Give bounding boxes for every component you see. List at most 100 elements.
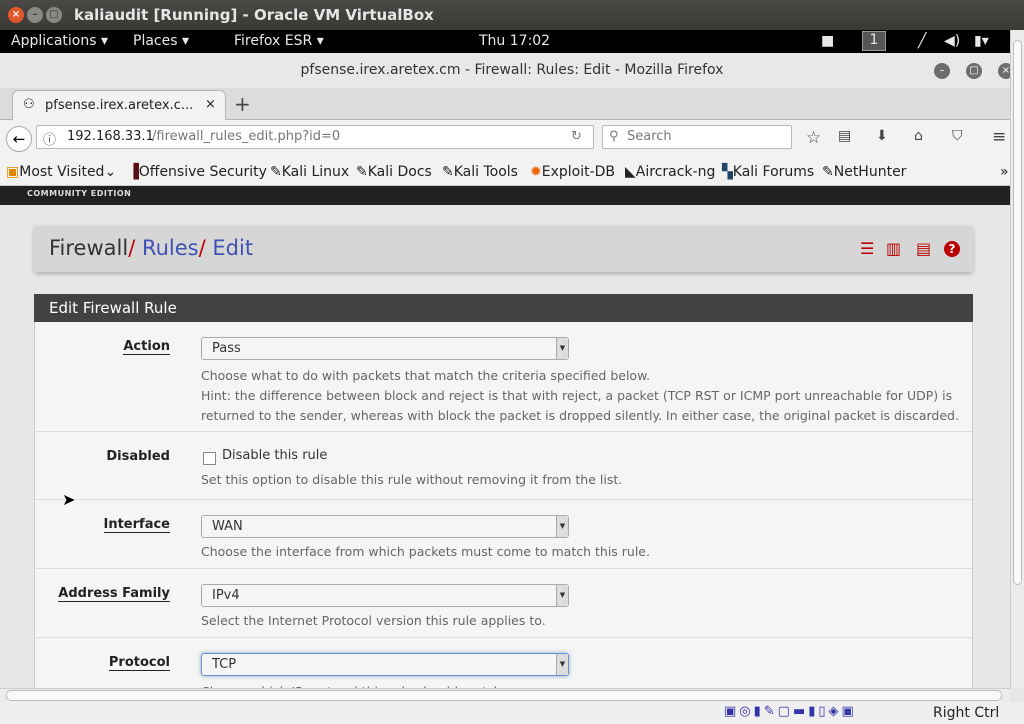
reading-list-icon[interactable]: ▤ xyxy=(838,128,851,144)
maximize-icon[interactable]: □ xyxy=(966,63,982,79)
protocol-label: Protocol xyxy=(108,655,170,671)
url-path: /firewall_rules_edit.php?id=0 xyxy=(152,129,341,144)
minimize-icon[interactable]: – xyxy=(27,7,43,23)
search-input[interactable]: ⚲ Search xyxy=(602,125,792,149)
camera-icon[interactable]: ■ xyxy=(821,33,834,49)
minimize-icon[interactable]: – xyxy=(934,63,950,79)
disabled-label: Disabled xyxy=(106,449,170,464)
address-family-help: Select the Internet Protocol version thi… xyxy=(201,613,546,628)
scrollbar-thumb[interactable] xyxy=(1013,40,1022,585)
interface-help: Choose the interface from which packets … xyxy=(201,544,650,559)
row-interface: Interface WAN ▼ Choose the interface from… xyxy=(35,500,972,569)
horizontal-scrollbar[interactable] xyxy=(0,688,1010,702)
applications-menu[interactable]: Applications ▾ xyxy=(11,33,108,49)
tab-strip: ⚇ pfsense.irex.aretex.c... × + xyxy=(0,88,1010,120)
vertical-scrollbar[interactable] xyxy=(1010,30,1024,688)
maximize-icon[interactable]: □ xyxy=(46,7,62,23)
address-family-label: Address Family xyxy=(58,586,170,602)
navigation-toolbar: ← ⓘ 192.168.33.1 /firewall_rules_edit.ph… xyxy=(0,120,1010,158)
bookmark-aircrack-ng[interactable]: ◣Aircrack-ng xyxy=(625,164,715,180)
kali-icon: ✎ xyxy=(356,164,368,180)
row-disabled: Disabled Disable this rule Set this opti… xyxy=(35,432,972,500)
virtualbox-titlebar: × – □ kaliaudit [Running] - Oracle VM Vi… xyxy=(0,0,1024,30)
bookmark-most-visited[interactable]: ▣Most Visited⌄ xyxy=(6,164,116,180)
new-tab-button[interactable]: + xyxy=(234,92,251,116)
chart-icon[interactable]: ▥ xyxy=(886,239,901,258)
host-key-label: Right Ctrl xyxy=(933,705,1000,721)
action-select[interactable]: Pass ▼ xyxy=(201,337,569,360)
protocol-select[interactable]: TCP ▼ xyxy=(201,653,569,676)
address-family-select[interactable]: IPv4 ▼ xyxy=(201,584,569,607)
back-button[interactable]: ← xyxy=(6,126,32,152)
bookmarks-overflow-icon[interactable]: » xyxy=(1000,164,1009,180)
url-host: 192.168.33.1 xyxy=(67,129,154,144)
bookmark-star-icon[interactable]: ☆ xyxy=(806,128,821,148)
exploit-db-icon: ✹ xyxy=(530,164,542,180)
network-icon[interactable]: ╱ xyxy=(918,33,926,49)
breadcrumb: Firewall/ Rules/ Edit ☰ ▥ ▤ ? xyxy=(34,226,973,272)
panel-title: Edit Firewall Rule xyxy=(49,299,177,317)
close-tab-icon[interactable]: × xyxy=(205,97,216,112)
menu-icon[interactable]: ≡ xyxy=(992,127,1006,147)
device-status-icons[interactable]: ▣◎▮✎▢▬▮▯◈▣ xyxy=(724,704,857,719)
log-list-icon[interactable]: ▤ xyxy=(916,239,931,258)
info-icon[interactable]: ⓘ xyxy=(43,129,56,148)
reload-icon[interactable]: ↻ xyxy=(571,129,582,144)
kali-icon: ✎ xyxy=(270,164,282,180)
aircrack-icon: ◣ xyxy=(625,164,636,180)
dropdown-arrow-icon: ▼ xyxy=(556,516,568,537)
volume-icon[interactable]: ◀) xyxy=(944,33,960,49)
scrollbar-thumb[interactable] xyxy=(6,690,1002,701)
action-help: Choose what to do with packets that matc… xyxy=(201,368,959,423)
firefox-window-title: pfsense.irex.aretex.cm - Firewall: Rules… xyxy=(300,62,724,78)
workspace-indicator[interactable]: 1 xyxy=(862,31,886,51)
search-icon: ⚲ xyxy=(609,129,619,144)
places-menu[interactable]: Places ▾ xyxy=(133,33,189,49)
url-bar[interactable]: ⓘ 192.168.33.1 /firewall_rules_edit.php?… xyxy=(36,125,594,149)
bookmark-kali-tools[interactable]: ✎Kali Tools xyxy=(442,164,518,180)
bookmarks-toolbar: ▣Most Visited⌄ ▐Offensive Security ✎Kali… xyxy=(0,158,1010,186)
offsec-icon: ▐ xyxy=(128,164,139,180)
gnome-top-bar: Applications ▾ Places ▾ Firefox ESR ▾ Th… xyxy=(0,30,1010,53)
help-icon[interactable]: ? xyxy=(944,241,960,257)
mouse-cursor-icon: ➤ xyxy=(62,490,76,509)
firefox-menu[interactable]: Firefox ESR ▾ xyxy=(234,33,324,49)
interface-select[interactable]: WAN ▼ xyxy=(201,515,569,538)
kali-icon: ✎ xyxy=(442,164,454,180)
battery-icon[interactable]: ▮▾ xyxy=(974,33,989,49)
bookmark-offensive-security[interactable]: ▐Offensive Security xyxy=(128,164,267,180)
bookmark-kali-linux[interactable]: ✎Kali Linux xyxy=(270,164,349,180)
download-icon[interactable]: ⬇ xyxy=(876,128,888,144)
virtualbox-statusbar: ▣◎▮✎▢▬▮▯◈▣ Right Ctrl xyxy=(0,702,1024,724)
dropdown-arrow-icon: ▼ xyxy=(556,585,568,606)
panel-header: Edit Firewall Rule xyxy=(34,294,973,322)
breadcrumb-edit[interactable]: Edit xyxy=(212,236,253,260)
folder-icon: ▣ xyxy=(6,164,20,180)
breadcrumb-firewall: Firewall xyxy=(49,236,129,260)
tab-title: pfsense.irex.aretex.c... xyxy=(45,98,194,113)
disable-rule-checkbox[interactable] xyxy=(203,452,216,465)
bookmark-exploit-db[interactable]: ✹Exploit-DB xyxy=(530,164,615,180)
pfsense-navbar: COMMUNITY EDITION xyxy=(0,186,1010,205)
dropdown-arrow-icon: ▼ xyxy=(556,338,568,359)
bookmark-nethunter[interactable]: ✎NetHunter xyxy=(822,164,906,180)
forums-icon: ▚ xyxy=(722,164,733,180)
row-address-family: Address Family IPv4 ▼ Select the Internet… xyxy=(35,569,972,638)
clock[interactable]: Thu 17:02 xyxy=(479,33,550,49)
bookmark-kali-forums[interactable]: ▚Kali Forums xyxy=(722,164,814,180)
dropdown-arrow-icon: ▼ xyxy=(556,654,568,675)
pfsense-favicon-icon: ⚇ xyxy=(23,97,35,112)
breadcrumb-rules[interactable]: Rules xyxy=(142,236,199,260)
pocket-icon[interactable]: ⛉ xyxy=(952,128,963,144)
bookmark-kali-docs[interactable]: ✎Kali Docs xyxy=(356,164,432,180)
disabled-help: Set this option to disable this rule wit… xyxy=(201,472,623,487)
tab-pfsense[interactable]: ⚇ pfsense.irex.aretex.c... × xyxy=(12,90,226,120)
row-action: Action Pass ▼ Choose what to do with pack… xyxy=(35,322,972,432)
interface-label: Interface xyxy=(103,517,170,533)
disable-rule-checkbox-label[interactable]: Disable this rule xyxy=(222,448,327,463)
close-icon[interactable]: × xyxy=(8,7,24,23)
settings-sliders-icon[interactable]: ☰ xyxy=(860,239,874,258)
edition-label: COMMUNITY EDITION xyxy=(27,189,132,198)
home-icon[interactable]: ⌂ xyxy=(914,128,923,144)
action-label: Action xyxy=(123,339,170,355)
